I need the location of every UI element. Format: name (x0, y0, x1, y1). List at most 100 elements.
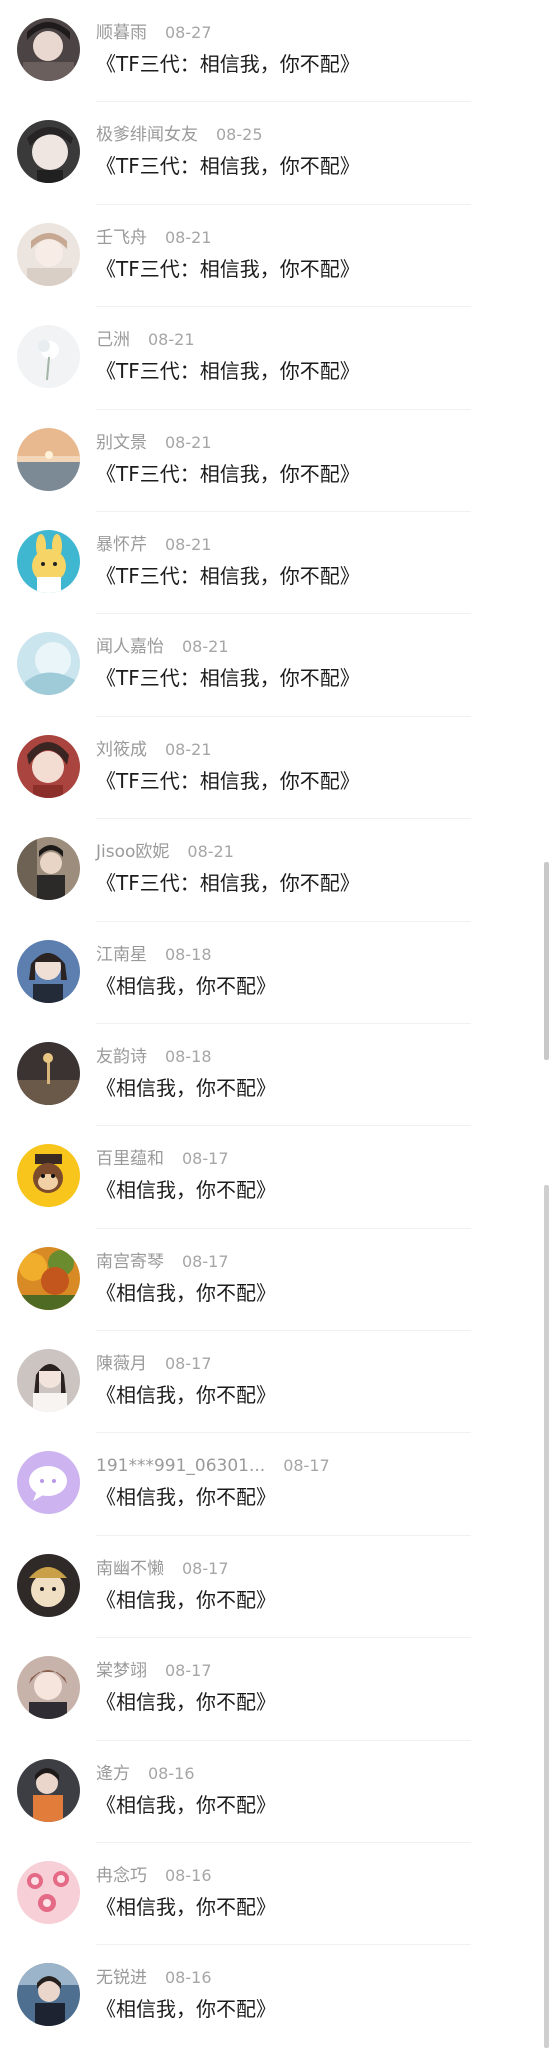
comment-item[interactable]: 191***991_06301... 08-17 《相信我，你不配》 (0, 1433, 549, 1537)
avatar-image (17, 1553, 80, 1617)
comment-item[interactable]: 冉念巧 08-16 《相信我，你不配》 (0, 1843, 549, 1946)
timestamp: 08-17 (182, 1149, 229, 1169)
avatar[interactable] (17, 837, 80, 901)
username[interactable]: 刘筱成 (96, 738, 147, 762)
username[interactable]: 壬飞舟 (96, 226, 147, 250)
avatar[interactable] (17, 1451, 80, 1515)
avatar[interactable] (17, 325, 80, 389)
avatar-image (17, 632, 80, 696)
avatar-image (17, 837, 80, 901)
avatar-image (17, 1758, 80, 1822)
username[interactable]: 极爹绯闻女友 (96, 123, 198, 147)
username[interactable]: 南幽不懒 (96, 1557, 164, 1581)
comment-item[interactable]: 陳薇月 08-17 《相信我，你不配》 (0, 1331, 549, 1434)
username[interactable]: 闻人嘉怡 (96, 635, 164, 659)
timestamp: 08-21 (182, 637, 229, 657)
comment-meta: 无锐进 08-16 (96, 1966, 212, 1990)
timestamp: 08-17 (283, 1456, 330, 1476)
comment-item[interactable]: 无锐进 08-16 《相信我，你不配》 (0, 1945, 549, 2047)
comment-item[interactable]: 壬飞舟 08-21 《TF三代：相信我，你不配》 (0, 205, 549, 308)
comment-text: 《TF三代：相信我，你不配》 (96, 563, 360, 588)
avatar-image (17, 1451, 80, 1515)
username[interactable]: 冉念巧 (96, 1864, 147, 1888)
scrollbar-track[interactable] (544, 1185, 549, 2048)
username[interactable]: 江南星 (96, 943, 147, 967)
username[interactable]: 暴怀芹 (96, 533, 147, 557)
username[interactable]: 棠梦翊 (96, 1659, 147, 1683)
avatar[interactable] (17, 1963, 80, 2027)
comment-item[interactable]: Jisoo欧妮 08-21 《TF三代：相信我，你不配》 (0, 819, 549, 922)
avatar[interactable] (17, 632, 80, 696)
timestamp: 08-17 (165, 1354, 212, 1374)
username[interactable]: 百里蕴和 (96, 1147, 164, 1171)
timestamp: 08-16 (165, 1866, 212, 1886)
username[interactable]: 南宫寄琴 (96, 1250, 164, 1274)
timestamp: 08-17 (182, 1251, 229, 1271)
comment-item[interactable]: 友韵诗 08-18 《相信我，你不配》 (0, 1024, 549, 1127)
comment-meta: 暴怀芹 08-21 (96, 533, 212, 557)
timestamp: 08-16 (165, 1968, 212, 1988)
avatar[interactable] (17, 120, 80, 184)
comment-meta: 冉念巧 08-16 (96, 1864, 212, 1888)
avatar[interactable] (17, 1041, 80, 1105)
username[interactable]: 别文景 (96, 431, 147, 455)
timestamp: 08-17 (182, 1558, 229, 1578)
comment-meta: 南幽不懒 08-17 (96, 1557, 229, 1581)
username[interactable]: 无锐进 (96, 1966, 147, 1990)
comment-item[interactable]: 顺暮雨 08-27 《TF三代：相信我，你不配》 (0, 0, 549, 103)
avatar[interactable] (17, 734, 80, 798)
comment-item[interactable]: 极爹绯闻女友 08-25 《TF三代：相信我，你不配》 (0, 102, 549, 206)
comment-meta: 棠梦翊 08-17 (96, 1659, 212, 1683)
comment-item[interactable]: 逄方 08-16 《相信我，你不配》 (0, 1741, 549, 1844)
comment-text: 《相信我，你不配》 (96, 1690, 276, 1715)
comment-item[interactable]: 刘筱成 08-21 《TF三代：相信我，你不配》 (0, 717, 549, 820)
avatar[interactable] (17, 1349, 80, 1413)
comment-meta: 别文景 08-21 (96, 431, 212, 455)
avatar[interactable] (17, 222, 80, 286)
username[interactable]: 陳薇月 (96, 1352, 147, 1376)
comment-item[interactable]: 百里蕴和 08-17 《相信我，你不配》 (0, 1126, 549, 1230)
comment-text: 《TF三代：相信我，你不配》 (96, 359, 360, 384)
avatar[interactable] (17, 1144, 80, 1208)
avatar-image (17, 427, 80, 491)
scrollbar-thumb[interactable] (544, 862, 549, 1060)
timestamp: 08-25 (216, 125, 263, 145)
comment-item[interactable]: 南幽不懒 08-17 《相信我，你不配》 (0, 1536, 549, 1639)
avatar-image (17, 1349, 80, 1413)
comment-list: 顺暮雨 08-27 《TF三代：相信我，你不配》 极爹绯闻女友 08-25 《TF三代：相… (0, 0, 549, 2048)
username[interactable]: Jisoo欧妮 (96, 840, 169, 864)
avatar[interactable] (17, 1656, 80, 1720)
avatar[interactable] (17, 1758, 80, 1822)
timestamp: 08-18 (165, 944, 212, 964)
comment-item[interactable]: 别文景 08-21 《TF三代：相信我，你不配》 (0, 410, 549, 513)
username[interactable]: 顺暮雨 (96, 21, 147, 45)
avatar[interactable] (17, 1553, 80, 1617)
comment-meta: 极爹绯闻女友 08-25 (96, 123, 263, 147)
avatar-image (17, 120, 80, 184)
username[interactable]: 191***991_06301... (96, 1454, 265, 1478)
avatar-image (17, 1963, 80, 2027)
comment-text: 《相信我，你不配》 (96, 1178, 276, 1203)
timestamp: 08-27 (165, 23, 212, 42)
comment-meta: 百里蕴和 08-17 (96, 1147, 229, 1171)
avatar-image (17, 1041, 80, 1105)
comment-text: 《相信我，你不配》 (96, 1485, 276, 1510)
comment-item[interactable]: 棠梦翊 08-17 《相信我，你不配》 (0, 1638, 549, 1742)
username[interactable]: 友韵诗 (96, 1045, 147, 1069)
avatar[interactable] (17, 427, 80, 491)
comment-text: 《TF三代：相信我，你不配》 (96, 871, 360, 896)
comment-item[interactable]: 南宫寄琴 08-17 《相信我，你不配》 (0, 1229, 549, 1332)
username[interactable]: 逄方 (96, 1762, 130, 1786)
comment-text: 《相信我，你不配》 (96, 1075, 276, 1100)
username[interactable]: 己洲 (96, 328, 130, 352)
avatar[interactable] (17, 1861, 80, 1925)
avatar[interactable] (17, 529, 80, 593)
avatar[interactable] (17, 939, 80, 1003)
avatar[interactable] (17, 1246, 80, 1310)
comment-item[interactable]: 江南星 08-18 《相信我，你不配》 (0, 922, 549, 1025)
comment-item[interactable]: 暴怀芹 08-21 《TF三代：相信我，你不配》 (0, 512, 549, 615)
avatar[interactable] (17, 18, 80, 81)
comment-item[interactable]: 闻人嘉怡 08-21 《TF三代：相信我，你不配》 (0, 614, 549, 718)
comment-text: 《相信我，你不配》 (96, 1792, 276, 1817)
comment-item[interactable]: 己洲 08-21 《TF三代：相信我，你不配》 (0, 307, 549, 410)
